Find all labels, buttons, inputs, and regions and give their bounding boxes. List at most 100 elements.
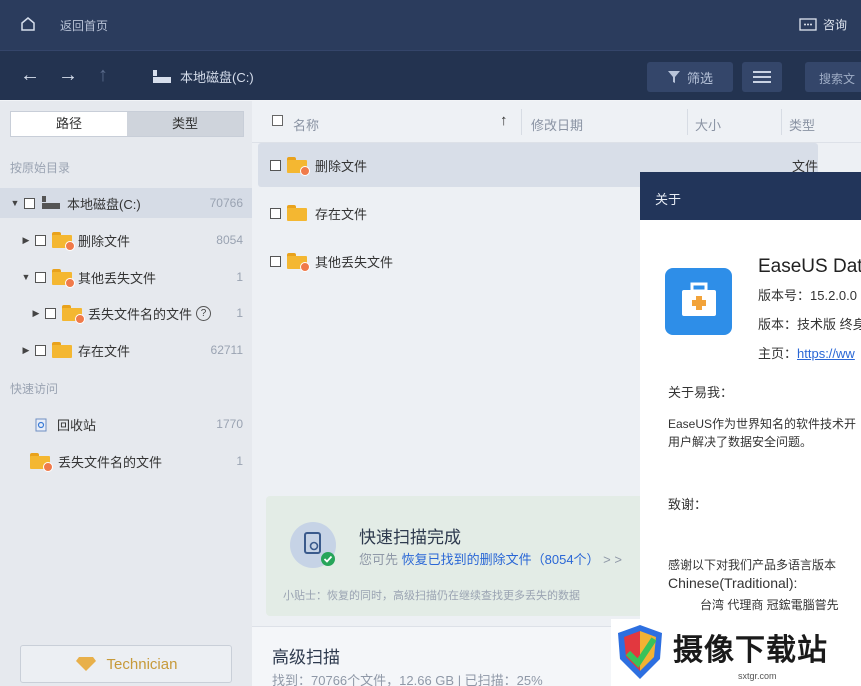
lost-folder-icon xyxy=(62,305,85,324)
tree-item-lost-name[interactable]: ▶ 丢失文件名的文件 ? 1 xyxy=(0,298,252,328)
folder-icon xyxy=(52,342,72,358)
deleted-folder-icon xyxy=(52,232,75,251)
scan-tip: 小贴士：恢复的同时，高级扫描仍在继续查找更多丢失的数据 xyxy=(283,590,580,602)
lost-folder-icon xyxy=(52,269,75,288)
version-number: 版本号：15.2.0.0 xyxy=(758,288,857,303)
forward-arrow-icon[interactable]: → xyxy=(58,65,78,85)
checkbox[interactable] xyxy=(35,234,46,246)
section-original-dir: 按原始目录 xyxy=(10,161,71,175)
back-arrow-icon[interactable]: ← xyxy=(20,65,40,85)
checkbox[interactable] xyxy=(35,271,46,283)
quick-item-label: 丢失文件名的文件 xyxy=(58,454,163,470)
column-modified[interactable]: 修改日期 xyxy=(531,115,583,134)
tree-item-label: 删除文件 xyxy=(78,233,131,249)
expand-arrow-icon[interactable]: ▶ xyxy=(21,235,31,246)
thanks-heading: 致谢： xyxy=(668,497,708,512)
tab-type[interactable]: 类型 xyxy=(127,112,243,136)
quick-item-lost-name[interactable]: 丢失文件名的文件 1 xyxy=(0,446,252,476)
advanced-scan-title: 高级扫描 xyxy=(272,648,340,667)
up-arrow-icon[interactable]: ↑ xyxy=(98,65,118,85)
advanced-scan-stats: 找到：70766个文件，12.66 GB | 已扫描：25% xyxy=(272,673,543,686)
tree-item-count: 1 xyxy=(236,306,243,320)
tree-item-label: 本地磁盘(C:) xyxy=(67,196,141,212)
view-toggle: 路径 类型 xyxy=(10,111,244,137)
file-name: 存在文件 xyxy=(315,206,368,222)
about-text: EaseUS作为世界知名的软件技术开 xyxy=(668,417,857,431)
language-label: Chinese(Traditional): xyxy=(668,575,798,591)
tree-item-local-disk[interactable]: ▼ 本地磁盘(C:) 70766 xyxy=(0,188,252,218)
disk-icon xyxy=(153,69,171,83)
expand-arrow-icon[interactable]: ▶ xyxy=(21,345,31,356)
scan-subtitle: 您可先 恢复已找到的删除文件（8054个） > > xyxy=(359,552,622,567)
filter-label: 筛选 xyxy=(686,70,713,86)
expand-arrow-icon[interactable]: ▶ xyxy=(31,308,41,319)
column-name[interactable]: 名称 xyxy=(293,115,319,134)
credit-text: 台湾 代理商 冠鋐電腦嘗先 xyxy=(700,598,839,612)
homepage: 主页：https://ww xyxy=(758,346,855,361)
column-header: 名称 ↑ 修改日期 大小 类型 xyxy=(252,101,861,143)
about-dialog-title: 关于 xyxy=(640,172,861,220)
tree-item-deleted[interactable]: ▶ 删除文件 8054 xyxy=(0,225,252,255)
lost-folder-icon xyxy=(287,253,310,272)
thanks-text: 感谢以下对我们产品多语言版本 xyxy=(668,558,837,572)
checkbox[interactable] xyxy=(270,159,281,171)
expand-arrow-icon[interactable]: ▼ xyxy=(21,272,31,282)
tree-item-label: 其他丢失文件 xyxy=(78,270,157,286)
tree-item-label: 存在文件 xyxy=(78,343,131,359)
breadcrumb-path: 本地磁盘(C:) xyxy=(180,70,254,85)
consult-button[interactable]: 咨询 xyxy=(799,16,847,33)
about-text: 用户解决了数据安全问题。 xyxy=(668,435,813,449)
app-logo-icon xyxy=(665,268,732,335)
nav-bar: ← → ↑ 本地磁盘(C:) 筛选 搜索文 xyxy=(0,50,861,100)
consult-label: 咨询 xyxy=(822,18,847,32)
tree-item-other-lost[interactable]: ▼ 其他丢失文件 1 xyxy=(0,262,252,292)
recover-deleted-link[interactable]: 恢复已找到的删除文件（8054个） xyxy=(402,552,600,567)
diamond-icon xyxy=(75,657,96,671)
top-bar: 返回首页 咨询 xyxy=(0,0,861,50)
homepage-link[interactable]: https://ww xyxy=(797,346,855,361)
expand-arrow-icon[interactable]: ▼ xyxy=(10,198,20,208)
tree-item-existing[interactable]: ▶ 存在文件 62711 xyxy=(0,335,252,365)
menu-icon xyxy=(753,71,771,83)
quick-item-label: 回收站 xyxy=(57,417,97,433)
edition: 版本：技术版 终身 xyxy=(758,317,861,332)
disk-icon xyxy=(42,196,60,209)
menu-button[interactable] xyxy=(742,62,782,92)
app-name: EaseUS Dat xyxy=(758,256,861,277)
home-link[interactable]: 返回首页 xyxy=(60,17,108,34)
tree-item-label: 丢失文件名的文件 xyxy=(88,306,193,322)
deleted-folder-icon xyxy=(287,157,310,176)
column-type[interactable]: 类型 xyxy=(789,115,815,134)
checkbox[interactable] xyxy=(270,207,281,219)
section-quick-access: 快速访问 xyxy=(10,382,59,396)
tab-path[interactable]: 路径 xyxy=(11,112,127,136)
search-input[interactable]: 搜索文 xyxy=(805,62,861,92)
scan-complete-icon xyxy=(290,522,336,568)
tree-item-count: 70766 xyxy=(209,196,243,210)
breadcrumb: 本地磁盘(C:) xyxy=(152,67,254,86)
checkbox[interactable] xyxy=(45,307,56,319)
folder-icon xyxy=(287,205,307,221)
quick-item-count: 1770 xyxy=(216,417,243,431)
filter-button[interactable]: 筛选 xyxy=(647,62,733,92)
tree-item-count: 62711 xyxy=(210,343,243,357)
technician-label: Technician xyxy=(106,655,178,673)
about-heading: 关于易我： xyxy=(668,385,734,400)
technician-button[interactable]: Technician xyxy=(20,645,232,683)
help-icon[interactable]: ? xyxy=(196,305,212,321)
quick-item-count: 1 xyxy=(236,454,243,468)
sort-arrow-icon[interactable]: ↑ xyxy=(500,112,508,129)
select-all-checkbox[interactable] xyxy=(272,115,283,126)
quick-item-recycle-bin[interactable]: 回收站 1770 xyxy=(0,409,252,439)
watermark-logo-icon xyxy=(618,625,662,679)
tree-item-count: 1 xyxy=(236,270,243,284)
file-name: 其他丢失文件 xyxy=(315,254,394,270)
watermark-text: 摄像下载站 xyxy=(673,633,828,668)
home-icon[interactable] xyxy=(20,16,36,32)
checkbox[interactable] xyxy=(270,255,281,267)
scan-title: 快速扫描完成 xyxy=(359,528,461,547)
checkbox[interactable] xyxy=(24,197,35,209)
column-size[interactable]: 大小 xyxy=(695,115,721,134)
recycle-bin-icon xyxy=(35,418,47,432)
checkbox[interactable] xyxy=(35,344,46,356)
